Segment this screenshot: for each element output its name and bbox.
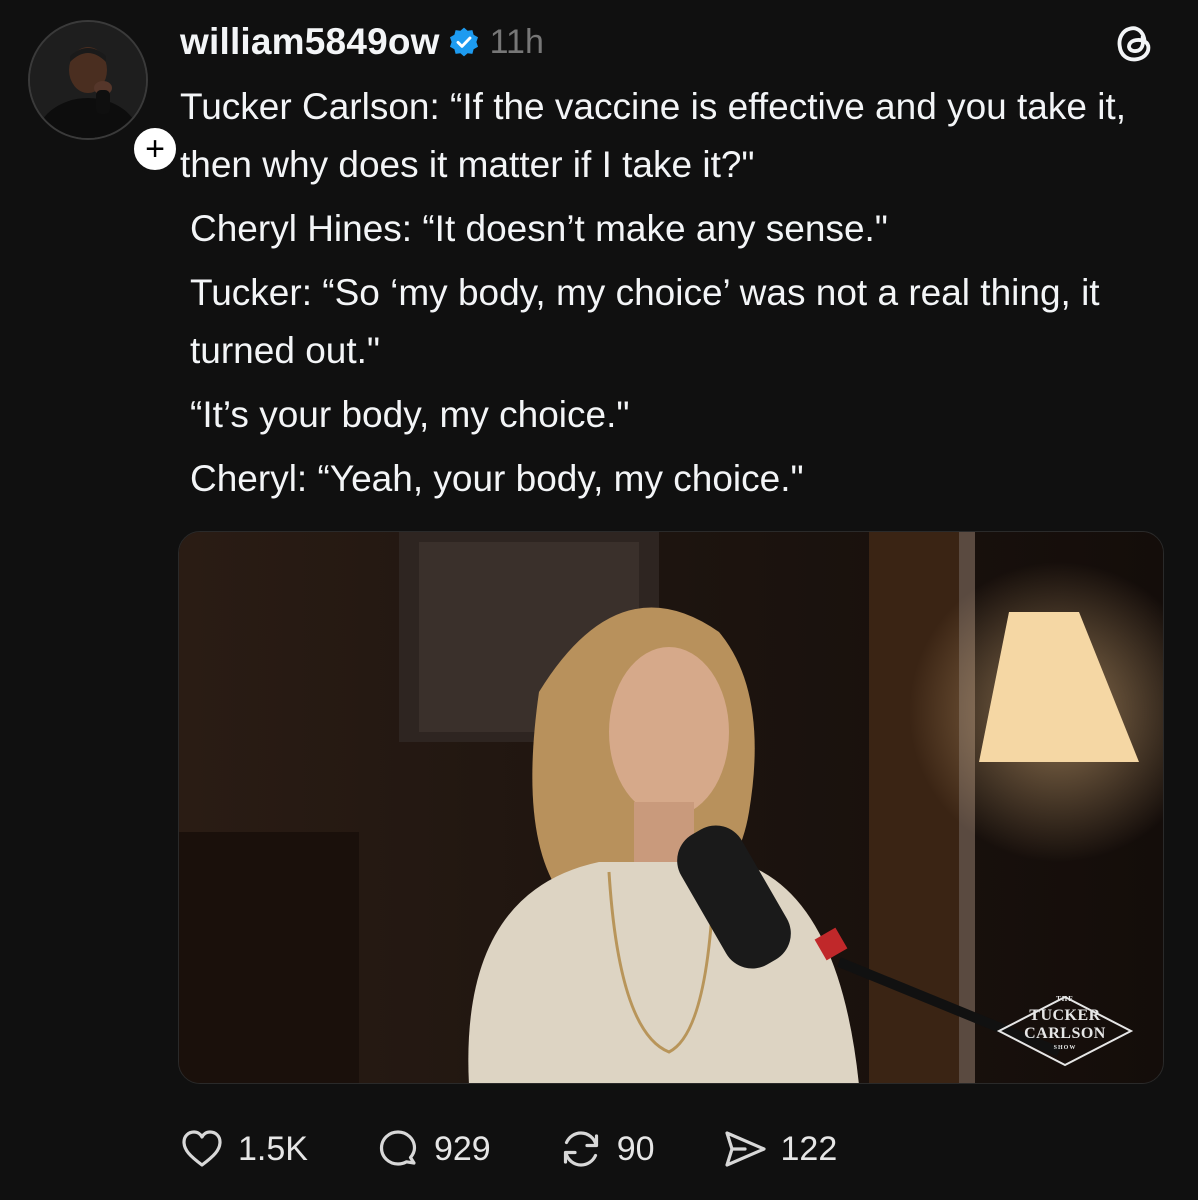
watermark-the: THE — [1056, 995, 1074, 1003]
post-timestamp: 11h — [489, 22, 544, 61]
like-button[interactable]: 1.5K — [178, 1125, 308, 1173]
post-text: Tucker Carlson: “If the vaccine is effec… — [180, 78, 1170, 514]
post-actions-bar: 1.5K 929 90 122 — [178, 1124, 903, 1174]
watermark-show: SHOW — [1053, 1045, 1077, 1051]
watermark-line1: TUCKER — [1029, 1007, 1101, 1024]
avatar-container[interactable]: + — [28, 20, 180, 174]
post-header: william5849ow 11h — [180, 18, 1158, 66]
threads-logo-icon[interactable] — [1112, 20, 1158, 66]
watermark-line2: CARLSON — [1024, 1025, 1106, 1042]
avatar[interactable] — [28, 20, 148, 140]
reply-count: 929 — [433, 1129, 491, 1168]
repost-count: 90 — [616, 1129, 655, 1168]
repost-button[interactable]: 90 — [557, 1125, 655, 1173]
follow-plus-button[interactable]: + — [130, 124, 180, 174]
threads-post: + william5849ow 11h Tucker Carlson: “If … — [0, 0, 1198, 1200]
verified-badge-icon — [448, 26, 480, 58]
comment-icon — [379, 1130, 417, 1166]
post-video-thumbnail[interactable]: THE TUCKER CARLSON SHOW — [178, 531, 1164, 1084]
username-link[interactable]: william5849ow — [180, 21, 440, 63]
like-count: 1.5K — [238, 1129, 308, 1168]
heart-icon — [182, 1130, 222, 1167]
post-paragraph: Tucker Carlson: “If the vaccine is effec… — [180, 86, 1126, 185]
post-paragraph: Cheryl: “Yeah, your body, my choice." — [190, 458, 804, 499]
tucker-carlson-show-logo: THE TUCKER CARLSON SHOW — [995, 993, 1135, 1069]
post-paragraph: “It’s your body, my choice." — [190, 394, 630, 435]
share-button[interactable]: 122 — [721, 1125, 838, 1173]
repost-icon — [563, 1131, 598, 1167]
post-paragraph: Tucker: “So ‘my body, my choice’ was not… — [190, 272, 1100, 371]
plus-icon: + — [145, 130, 165, 168]
send-icon — [724, 1131, 766, 1167]
reply-button[interactable]: 929 — [374, 1125, 491, 1173]
share-count: 122 — [780, 1129, 838, 1168]
post-paragraph: Cheryl Hines: “It doesn’t make any sense… — [190, 208, 888, 249]
